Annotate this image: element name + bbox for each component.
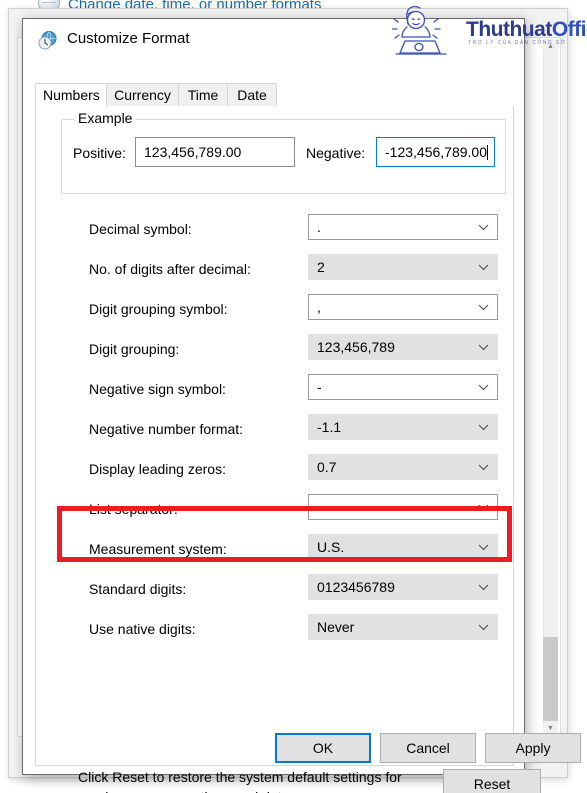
combo-use-native-digits[interactable]: Never xyxy=(308,614,498,640)
combo-value-digit-grouping-symbol: , xyxy=(317,299,321,315)
chevron-down-icon xyxy=(476,615,490,639)
label-negative-sign-symbol: Negative sign symbol: xyxy=(89,381,226,397)
combo-list-separator[interactable]: - xyxy=(308,494,498,520)
combo-negative-sign-symbol[interactable]: - xyxy=(308,374,498,400)
settings-row-digit-grouping-symbol: Digit grouping symbol:, xyxy=(36,291,515,331)
settings-row-decimal-symbol: Decimal symbol:. xyxy=(36,211,515,251)
combo-value-decimal-symbol: . xyxy=(317,219,321,235)
settings-row-use-native-digits: Use native digits: Never xyxy=(36,611,515,651)
ok-button[interactable]: OK xyxy=(275,733,371,763)
tab-time[interactable]: Time xyxy=(178,83,228,107)
settings-row-digit-grouping: Digit grouping: 123,456,789 xyxy=(36,331,515,371)
negative-label: Negative: xyxy=(306,145,366,161)
tab-currency[interactable]: Currency xyxy=(106,83,179,107)
scroll-up-icon[interactable]: ▲ xyxy=(543,39,558,54)
label-use-native-digits: Use native digits: xyxy=(89,621,196,637)
dialog-body: Numbers Currency Time Date Example Posit… xyxy=(23,61,581,793)
combo-measurement-system[interactable]: U.S. xyxy=(308,534,498,560)
tab-numbers-label: Numbers xyxy=(43,87,100,103)
tab-date-label: Date xyxy=(237,87,267,103)
chevron-down-icon xyxy=(476,295,490,319)
combo-value-negative-sign-symbol: - xyxy=(317,379,322,395)
combo-digit-grouping-symbol[interactable]: , xyxy=(308,294,498,320)
dialog-titlebar: Customize Format xyxy=(23,19,524,61)
tab-date[interactable]: Date xyxy=(227,83,277,107)
chevron-down-icon xyxy=(476,455,490,479)
label-display-leading-zeros: Display leading zeros: xyxy=(89,461,226,477)
apply-button[interactable]: Apply xyxy=(485,733,581,763)
chevron-down-icon xyxy=(476,495,490,519)
customize-format-dialog: Customize Format Numbers Currency Time D… xyxy=(22,18,581,793)
label-digit-grouping-symbol: Digit grouping symbol: xyxy=(89,301,228,317)
reset-description: Click Reset to restore the system defaul… xyxy=(78,767,423,793)
chevron-down-icon xyxy=(476,575,490,599)
combo-value-display-leading-zeros: 0.7 xyxy=(317,459,337,475)
label-no-of-digits-after-decimal: No. of digits after decimal: xyxy=(89,261,251,277)
positive-label: Positive: xyxy=(73,145,126,161)
combo-display-leading-zeros[interactable]: 0.7 xyxy=(308,454,498,480)
reset-description-line2: numbers, currency, time, and date. xyxy=(78,787,423,793)
tabstrip: Numbers Currency Time Date xyxy=(35,83,514,107)
combo-decimal-symbol[interactable]: . xyxy=(308,214,498,240)
chevron-down-icon xyxy=(476,335,490,359)
settings-row-display-leading-zeros: Display leading zeros: 0.7 xyxy=(36,451,515,491)
settings-row-measurement-system: Measurement system: U.S. xyxy=(36,531,515,571)
combo-negative-number-format[interactable]: -1.1 xyxy=(308,414,498,440)
dialog-button-bar: OK Cancel Apply xyxy=(23,733,581,765)
example-groupbox: Example Positive: 123,456,789.00 Negativ… xyxy=(61,110,506,194)
combo-value-list-separator: - xyxy=(317,499,322,515)
combo-standard-digits[interactable]: 0123456789 xyxy=(308,574,498,600)
chevron-down-icon xyxy=(476,415,490,439)
combo-value-no-of-digits-after-decimal: 2 xyxy=(317,259,325,275)
reset-button[interactable]: Reset xyxy=(443,769,541,793)
combo-value-standard-digits: 0123456789 xyxy=(317,579,395,595)
label-list-separator: List separator: xyxy=(89,501,178,517)
label-measurement-system: Measurement system: xyxy=(89,541,227,557)
positive-example-field[interactable]: 123,456,789.00 xyxy=(135,137,295,167)
tab-numbers[interactable]: Numbers xyxy=(35,83,107,107)
settings-row-list-separator: List separator: - xyxy=(36,491,515,531)
combo-value-negative-number-format: -1.1 xyxy=(317,419,342,435)
negative-example-field[interactable]: -123,456,789.00 xyxy=(376,137,495,167)
reset-description-line1: Click Reset to restore the system defaul… xyxy=(78,769,402,785)
combo-digit-grouping[interactable]: 123,456,789 xyxy=(308,334,498,360)
combo-value-digit-grouping: 123,456,789 xyxy=(317,339,395,355)
combo-value-use-native-digits: Never xyxy=(317,619,355,635)
tab-time-label: Time xyxy=(187,87,219,103)
positive-example-value: 123,456,789.00 xyxy=(144,144,242,160)
scrollbar-track[interactable] xyxy=(543,39,558,736)
chevron-down-icon xyxy=(476,535,490,559)
settings-row-no-of-digits-after-decimal: No. of digits after decimal: 2 xyxy=(36,251,515,291)
scrollbar-thumb[interactable] xyxy=(543,637,558,721)
reset-section: Click Reset to restore the system defaul… xyxy=(36,767,541,793)
settings-row-standard-digits: Standard digits: 0123456789 xyxy=(36,571,515,611)
text-caret xyxy=(486,145,488,160)
chevron-down-icon xyxy=(476,375,490,399)
negative-example-value: -123,456,789.00 xyxy=(385,144,487,160)
cancel-button[interactable]: Cancel xyxy=(380,733,476,763)
numbers-tab-panel: Example Positive: 123,456,789.00 Negativ… xyxy=(35,106,541,793)
label-digit-grouping: Digit grouping: xyxy=(89,341,180,357)
chevron-down-icon xyxy=(476,215,490,239)
combo-value-measurement-system: U.S. xyxy=(317,539,345,555)
region-globe-clock-icon xyxy=(38,31,57,50)
tab-currency-label: Currency xyxy=(114,87,171,103)
settings-row-negative-sign-symbol: Negative sign symbol: - xyxy=(36,371,515,411)
label-standard-digits: Standard digits: xyxy=(89,581,187,597)
screen: Change date, time, or number formats ▲ ▼… xyxy=(0,0,587,793)
label-negative-number-format: Negative number format: xyxy=(89,421,244,437)
dialog-title: Customize Format xyxy=(67,30,190,47)
combo-no-of-digits-after-decimal[interactable]: 2 xyxy=(308,254,498,280)
chevron-down-icon xyxy=(476,255,490,279)
example-legend: Example xyxy=(74,110,137,126)
label-decimal-symbol: Decimal symbol: xyxy=(89,221,192,237)
settings-row-negative-number-format: Negative number format: -1.1 xyxy=(36,411,515,451)
